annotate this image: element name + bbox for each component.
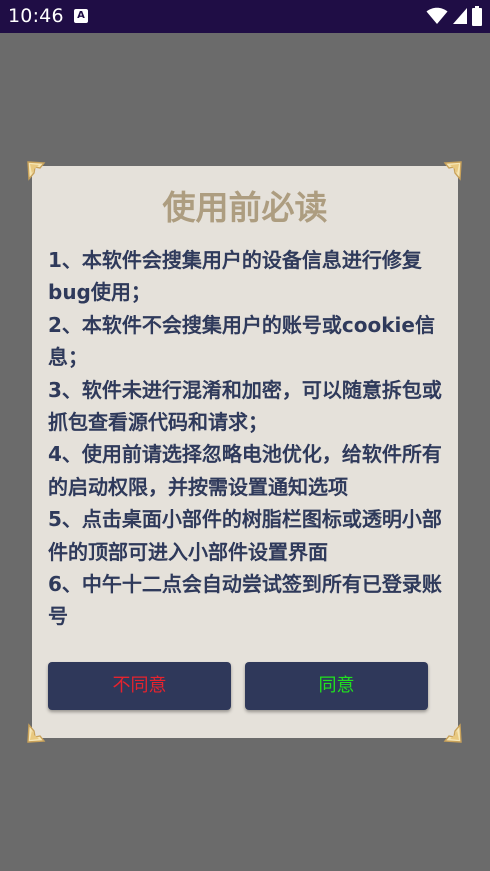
status-icons <box>426 6 482 26</box>
battery-icon <box>472 6 482 26</box>
terms-item: 1、本软件会搜集用户的设备信息进行修复bug使用； <box>48 248 422 305</box>
corner-ornament-icon <box>443 722 463 744</box>
terms-item: 2、本软件不会搜集用户的账号或cookie信息； <box>48 312 435 370</box>
dialog-title: 使用前必读 <box>162 188 328 227</box>
terms-item: 6、中午十二点会自动尝试签到所有已登录账号 <box>48 572 442 629</box>
terms-scroll-area[interactable]: 1、本软件会搜集用户的设备信息进行修复bug使用； 2、本软件不会搜集用户的账号… <box>48 244 448 640</box>
notification-icon: A <box>74 9 88 23</box>
wifi-icon <box>426 7 448 25</box>
corner-ornament-icon <box>26 722 46 744</box>
terms-item: 4、使用前请选择忽略电池优化，给软件所有的启动权限，并按需设置通知选项 <box>48 442 442 499</box>
status-time: 10:46 <box>8 5 64 27</box>
corner-ornament-icon <box>443 160 463 182</box>
agree-button[interactable]: 同意 <box>245 662 428 710</box>
terms-item: 5、点击桌面小部件的树脂栏图标或透明小部件的顶部可进入小部件设置界面 <box>48 507 442 564</box>
status-bar: 10:46 A <box>0 0 490 33</box>
notification-letter: A <box>77 10 85 21</box>
terms-item: 3、软件未进行混淆和加密，可以随意拆包或抓包查看源代码和请求； <box>48 377 442 435</box>
disagree-button[interactable]: 不同意 <box>48 662 231 710</box>
signal-icon <box>452 7 468 25</box>
corner-ornament-icon <box>26 160 46 182</box>
